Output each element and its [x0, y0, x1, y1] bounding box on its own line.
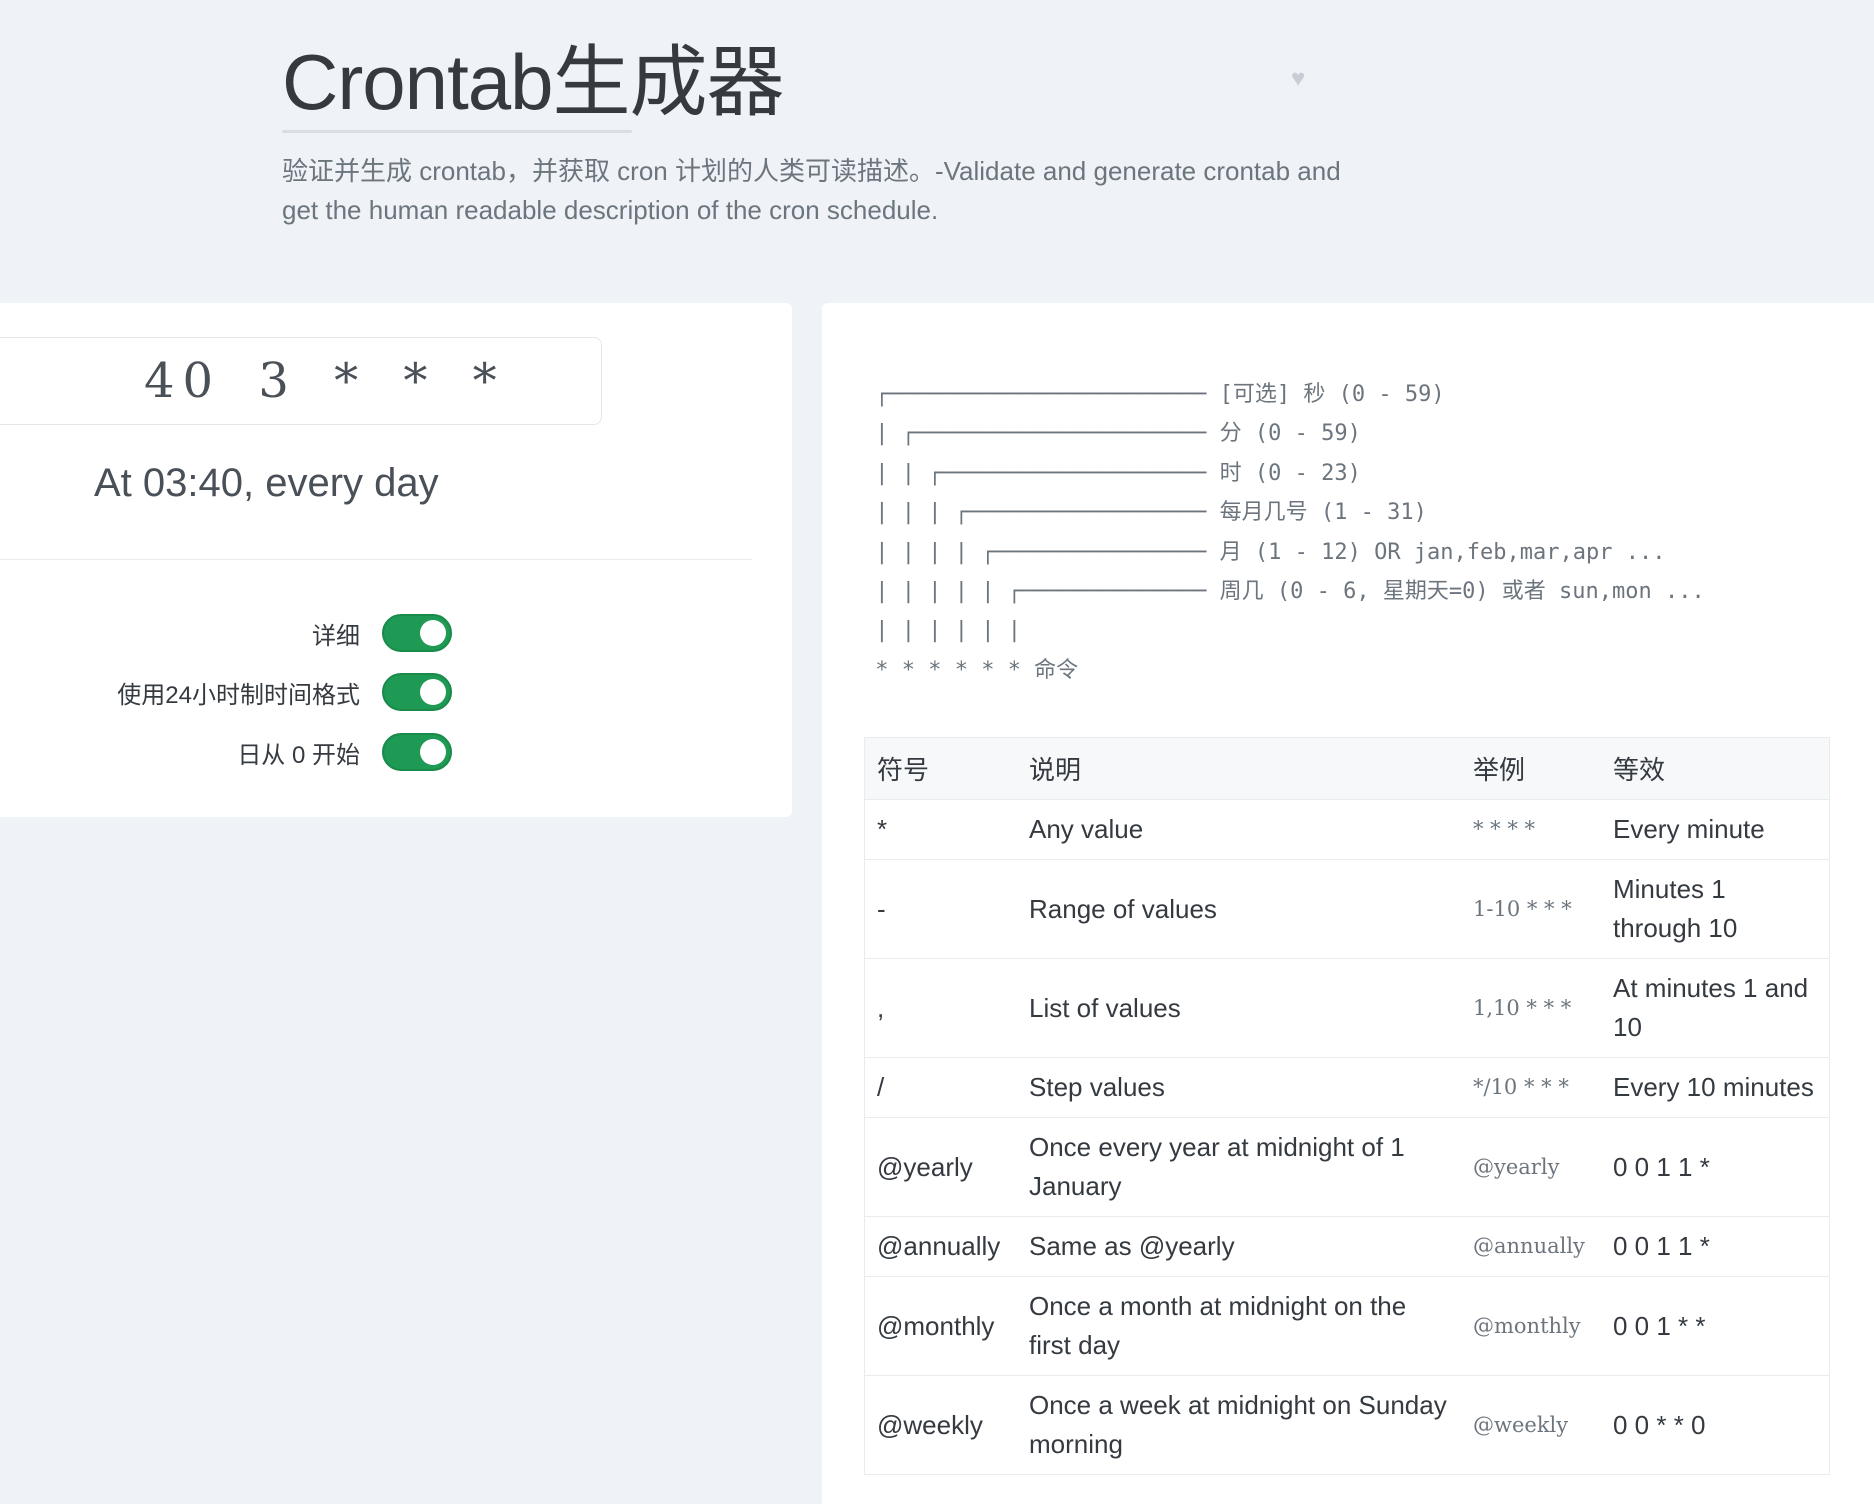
option-verbose: 详细: [312, 613, 452, 653]
description-cell: Step values: [1017, 1057, 1461, 1118]
diagram-line: | | | | ┌──────────────── 月 (1 - 12) OR …: [862, 539, 1666, 565]
table-header-row: 符号 说明 举例 等效: [864, 737, 1830, 800]
symbol-cell: @weekly: [864, 1375, 1017, 1475]
example-cell: * * * *: [1461, 799, 1601, 860]
example-cell: 1-10 * * *: [1461, 859, 1601, 959]
symbol-cell: /: [864, 1057, 1017, 1118]
diagram-line: | | | ┌────────────────── 每月几号 (1 - 31): [862, 500, 1427, 526]
equivalent-cell: Every 10 minutes: [1601, 1057, 1830, 1118]
description-cell: Once a month at midnight on the first da…: [1017, 1276, 1461, 1376]
table-row: - Range of values 1-10 * * * Minutes 1 t…: [864, 859, 1830, 959]
toggle-knob: [420, 620, 446, 646]
equivalent-cell: 0 0 1 1 *: [1601, 1216, 1830, 1277]
column-header: 等效: [1601, 737, 1830, 800]
toggle-knob: [420, 739, 446, 765]
24-hour-toggle[interactable]: [382, 673, 452, 711]
heart-icon[interactable]: ♥: [1291, 67, 1313, 91]
column-header: 说明: [1017, 737, 1461, 800]
diagram-line: | | ┌──────────────────── 时 (0 - 23): [862, 460, 1361, 486]
equivalent-cell: 0 0 1 1 *: [1601, 1117, 1830, 1217]
cron-format-diagram: ┌──────────────────────── [可选] 秒 (0 - 59…: [862, 375, 1705, 690]
cron-expression-input[interactable]: [0, 337, 602, 425]
page-subtitle: 验证并生成 crontab，并获取 cron 计划的人类可读描述。-Valida…: [282, 156, 1341, 225]
column-header: 符号: [864, 737, 1017, 800]
description-cell: Once a week at midnight on Sunday mornin…: [1017, 1375, 1461, 1475]
toggle-knob: [420, 679, 446, 705]
symbol-cell: *: [864, 799, 1017, 860]
description-cell: List of values: [1017, 958, 1461, 1058]
option-label: 使用24小时制时间格式: [117, 681, 360, 709]
reference-card: ┌──────────────────────── [可选] 秒 (0 - 59…: [822, 303, 1874, 1504]
table-row: @yearly Once every year at midnight of 1…: [864, 1117, 1830, 1217]
column-header: 举例: [1461, 737, 1601, 800]
example-cell: */10 * * *: [1461, 1057, 1601, 1118]
example-cell: 1,10 * * *: [1461, 958, 1601, 1058]
table-row: @monthly Once a month at midnight on the…: [864, 1276, 1830, 1376]
page: Crontab生成器 ♥ 验证并生成 crontab，并获取 cron 计划的人…: [0, 0, 1874, 1504]
diagram-line: | ┌────────────────────── 分 (0 - 59): [862, 421, 1361, 447]
example-cell: @weekly: [1461, 1375, 1601, 1475]
equivalent-cell: Every minute: [1601, 799, 1830, 860]
symbol-cell: @yearly: [864, 1117, 1017, 1217]
description-cell: Once every year at midnight of 1 January: [1017, 1117, 1461, 1217]
equivalent-cell: Minutes 1 through 10: [1601, 859, 1830, 959]
divider: [0, 559, 752, 560]
page-title: Crontab生成器: [282, 38, 784, 126]
option-day-zero: 日从 0 开始: [237, 732, 452, 772]
example-cell: @annually: [1461, 1216, 1601, 1277]
human-readable-description: At 03:40, every day: [94, 461, 439, 505]
symbol-cell: ,: [864, 958, 1017, 1058]
example-cell: @monthly: [1461, 1276, 1601, 1376]
table-row: @annually Same as @yearly @annually 0 0 …: [864, 1216, 1830, 1277]
editor-card: At 03:40, every day 详细 使用24小时制时间格式 日从 0 …: [0, 303, 792, 817]
equivalent-cell: 0 0 * * 0: [1601, 1375, 1830, 1475]
title-underline: [282, 130, 632, 133]
description-cell: Range of values: [1017, 859, 1461, 959]
symbol-cell: @monthly: [864, 1276, 1017, 1376]
table-row: @weekly Once a week at midnight on Sunda…: [864, 1375, 1830, 1475]
equivalent-cell: At minutes 1 and 10: [1601, 958, 1830, 1058]
equivalent-cell: 0 0 1 * *: [1601, 1276, 1830, 1376]
option-24-hour: 使用24小时制时间格式: [117, 672, 452, 712]
description-cell: Any value: [1017, 799, 1461, 860]
option-label: 日从 0 开始: [237, 741, 360, 769]
diagram-line: * * * * * * 命令: [862, 657, 1079, 683]
symbol-cell: -: [864, 859, 1017, 959]
symbol-cell: @annually: [864, 1216, 1017, 1277]
table-row: / Step values */10 * * * Every 10 minute…: [864, 1057, 1830, 1118]
description-cell: Same as @yearly: [1017, 1216, 1461, 1277]
option-label: 详细: [312, 622, 360, 650]
diagram-line: | | | | | ┌────────────── 周几 (0 - 6, 星期天…: [862, 579, 1705, 605]
syntax-table: 符号 说明 举例 等效 * Any value * * * * Every mi…: [864, 737, 1830, 1475]
table-row: , List of values 1,10 * * * At minutes 1…: [864, 958, 1830, 1058]
day-zero-toggle[interactable]: [382, 733, 452, 771]
example-cell: @yearly: [1461, 1117, 1601, 1217]
diagram-line: | | | | | |: [862, 618, 1021, 644]
diagram-line: ┌──────────────────────── [可选] 秒 (0 - 59…: [862, 382, 1445, 407]
table-row: * Any value * * * * Every minute: [864, 799, 1830, 860]
verbose-toggle[interactable]: [382, 614, 452, 652]
